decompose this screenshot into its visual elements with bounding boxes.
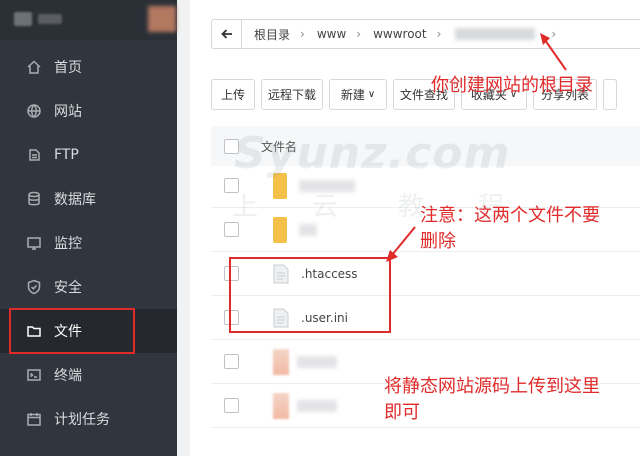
globe-icon xyxy=(25,102,43,120)
highlight-box-hidden-files xyxy=(229,257,391,333)
sidebar-item-website[interactable]: 网站 xyxy=(0,89,177,133)
highlight-box-files-nav xyxy=(9,308,135,354)
arrow-left-icon xyxy=(220,29,232,39)
breadcrumb-www[interactable]: www › xyxy=(317,27,361,41)
back-button[interactable] xyxy=(212,20,242,48)
avatar[interactable] xyxy=(148,6,176,32)
remote-download-button[interactable]: 远程下载 xyxy=(261,79,323,110)
folder-icon xyxy=(273,216,287,243)
logo-text-blurred xyxy=(38,14,62,24)
sidebar-item-label: 首页 xyxy=(54,60,82,76)
logo-icon xyxy=(14,12,32,26)
database-icon xyxy=(25,190,43,208)
breadcrumb-root[interactable]: 根目录 › xyxy=(254,26,305,43)
watermark-char: 上 xyxy=(232,192,259,222)
file-name-blurred[interactable] xyxy=(297,355,337,368)
sidebar-item-home[interactable]: 首页 xyxy=(0,45,177,89)
sidebar-item-label: 安全 xyxy=(54,280,82,296)
logo-area xyxy=(0,0,177,40)
monitor-icon xyxy=(25,234,43,252)
annotation-warning-line2: 删除 xyxy=(420,231,456,252)
sidebar-item-cron[interactable]: 计划任务 xyxy=(0,397,177,441)
chevron-right-icon: › xyxy=(436,27,442,41)
sidebar: 首页 网站 FTP 数据库 监控 安全 文件 终端 计划任务 xyxy=(0,0,177,456)
watermark-char: 云 xyxy=(312,192,339,222)
file-name-blurred[interactable] xyxy=(297,399,337,412)
annotation-root-dir: 你创建网站的根目录 xyxy=(431,75,593,96)
calendar-icon xyxy=(25,410,43,428)
chevron-right-icon: › xyxy=(551,27,557,41)
breadcrumb-site-blurred[interactable] xyxy=(455,28,536,40)
sidebar-item-ftp[interactable]: FTP xyxy=(0,133,177,177)
sidebar-item-label: 网站 xyxy=(54,104,82,120)
row-checkbox[interactable] xyxy=(224,398,239,413)
row-checkbox[interactable] xyxy=(224,354,239,369)
sidebar-item-label: 终端 xyxy=(54,368,82,384)
more-button[interactable] xyxy=(603,79,617,110)
sidebar-item-label: 监控 xyxy=(54,236,82,252)
sidebar-item-security[interactable]: 安全 xyxy=(0,265,177,309)
chevron-down-icon: ∨ xyxy=(367,89,376,100)
new-dropdown-button[interactable]: 新建 ∨ xyxy=(329,79,387,110)
file-icon-blurred xyxy=(273,348,289,375)
annotation-upload-line2: 即可 xyxy=(384,402,420,423)
path-bar[interactable]: 根目录 › www › wwwroot › › xyxy=(211,19,640,49)
sidebar-item-label: 数据库 xyxy=(54,192,96,208)
file-icon-blurred xyxy=(273,392,289,419)
chevron-right-icon: › xyxy=(300,27,305,41)
sidebar-item-terminal[interactable]: 终端 xyxy=(0,353,177,397)
shield-icon xyxy=(25,278,43,296)
ftp-icon xyxy=(25,146,43,164)
sidebar-item-label: FTP xyxy=(54,147,79,163)
row-checkbox[interactable] xyxy=(224,222,239,237)
sidebar-item-label: 计划任务 xyxy=(54,412,110,428)
folder-name-blurred[interactable] xyxy=(299,223,317,236)
home-icon xyxy=(25,58,43,76)
watermark-brand: Syunz.com xyxy=(234,128,511,179)
upload-button[interactable]: 上传 xyxy=(211,79,255,110)
terminal-icon xyxy=(25,366,43,384)
breadcrumb-wwwroot[interactable]: wwwroot › xyxy=(373,27,441,41)
annotation-warning-line1: 注意：这两个文件不要 xyxy=(420,205,600,226)
sidebar-item-database[interactable]: 数据库 xyxy=(0,177,177,221)
annotation-upload-line1: 将静态网站源码上传到这里 xyxy=(384,376,600,397)
chevron-right-icon: › xyxy=(356,27,362,41)
sidebar-item-monitor[interactable]: 监控 xyxy=(0,221,177,265)
